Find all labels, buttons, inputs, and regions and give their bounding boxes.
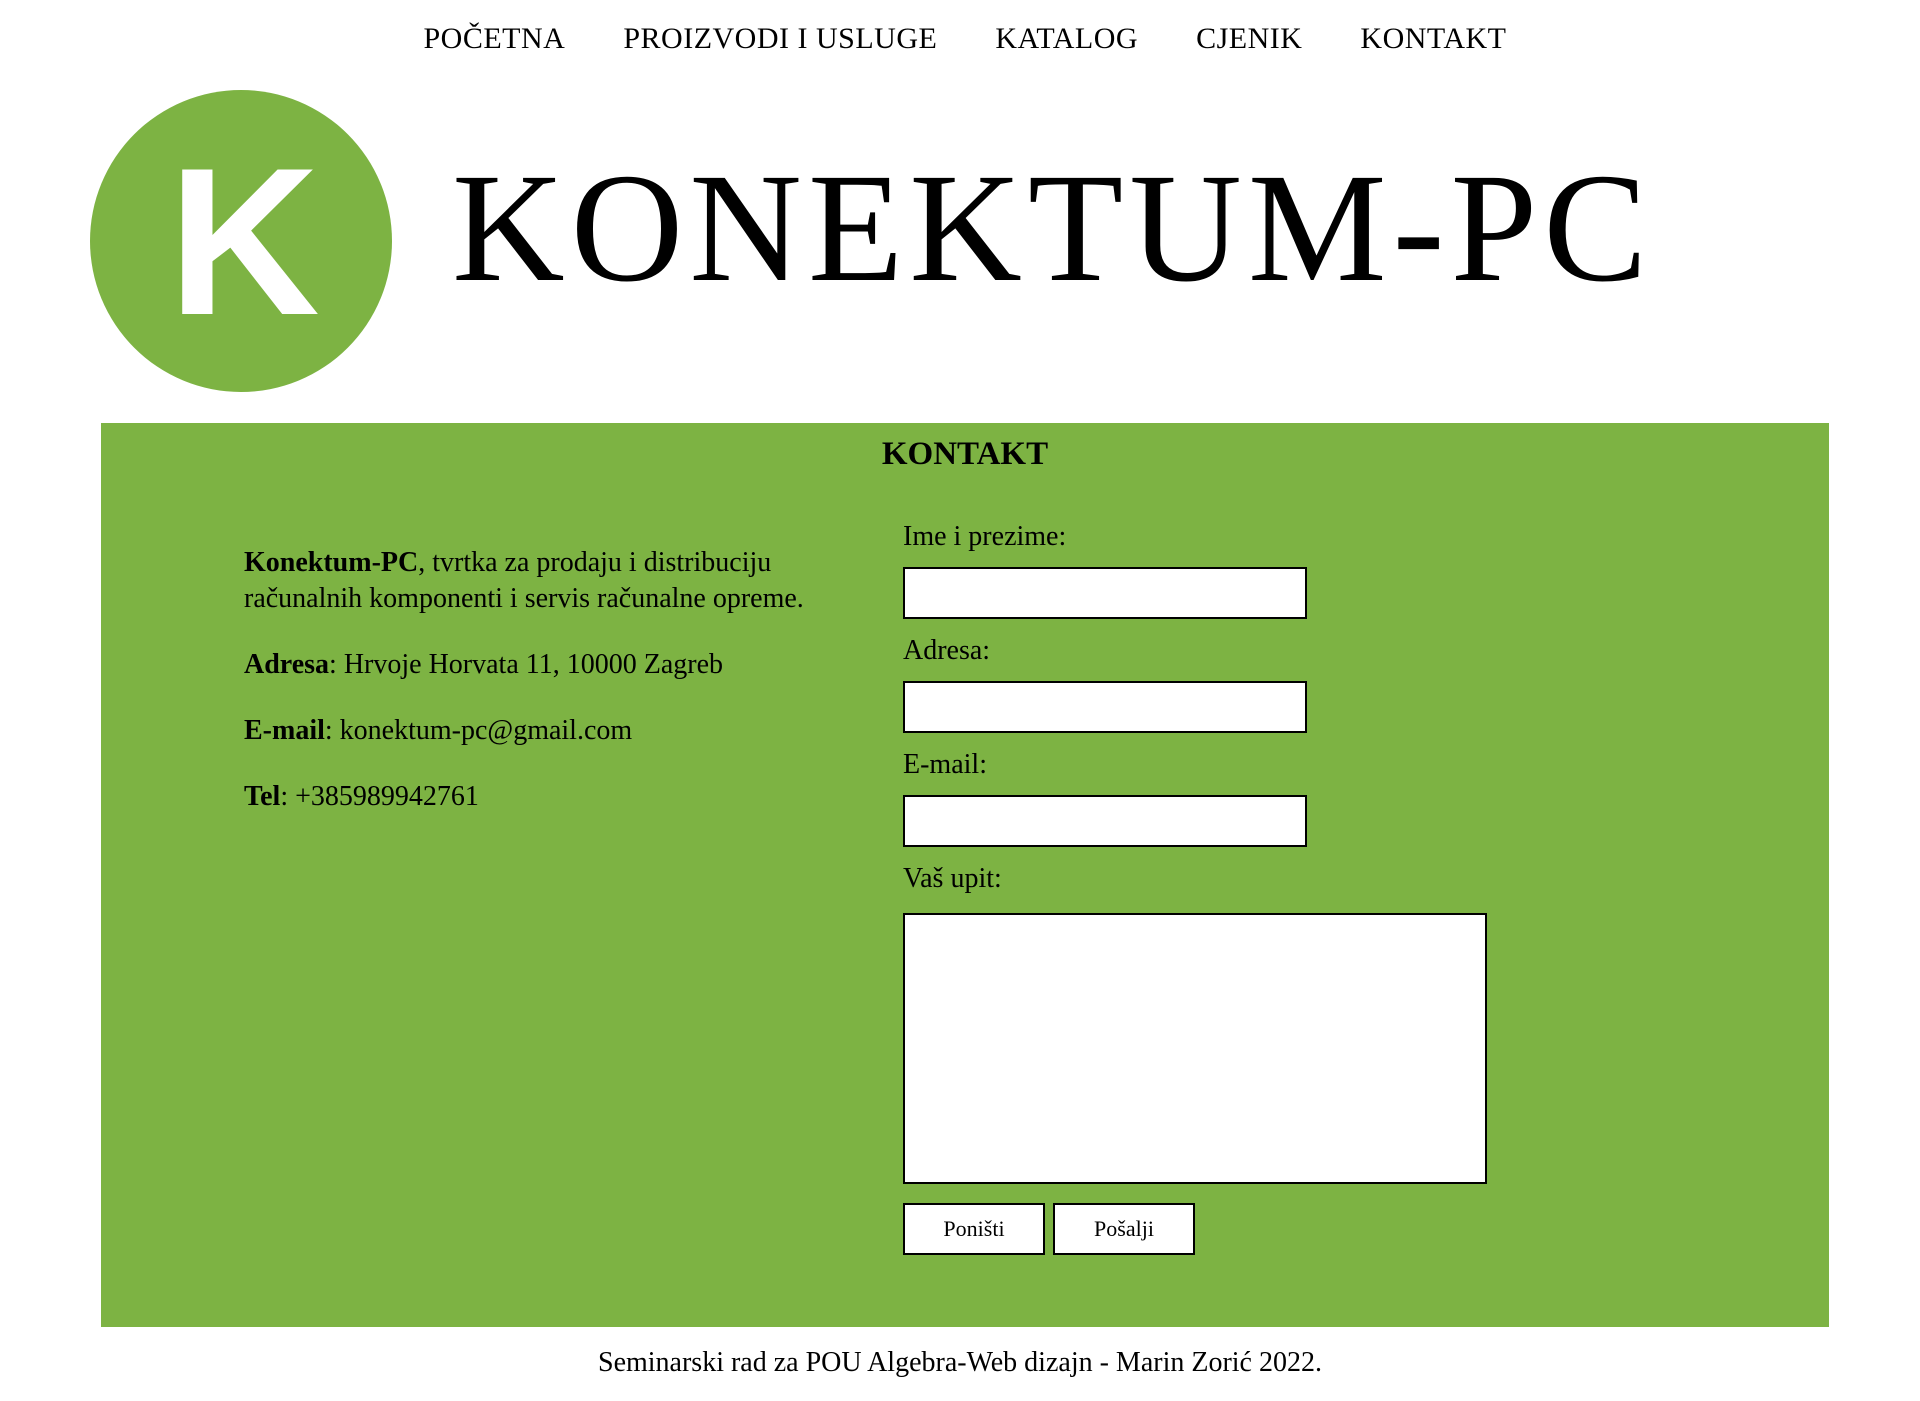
- company-name: Konektum-PC: [244, 547, 419, 578]
- email-line: E-mail: konektum-pc@gmail.com: [244, 713, 844, 749]
- form-buttons: Poništi Pošalji: [903, 1203, 1487, 1255]
- nav-item-kontakt[interactable]: KONTAKT: [1360, 22, 1506, 56]
- nav-item-proizvodi-i-usluge[interactable]: PROIZVODI I USLUGE: [623, 22, 937, 56]
- tel-value: : +385989942761: [280, 781, 479, 812]
- brand-title: KONEKTUM-PC: [452, 141, 1654, 314]
- name-field[interactable]: [903, 567, 1307, 619]
- email-field[interactable]: [903, 795, 1307, 847]
- main-nav: POČETNA PROIZVODI I USLUGE KATALOG CJENI…: [0, 22, 1920, 56]
- email-label: E-mail: [244, 715, 325, 746]
- nav-item-katalog[interactable]: KATALOG: [995, 22, 1138, 56]
- name-field-label: Ime i prezime:: [903, 521, 1067, 552]
- address-line: Adresa: Hrvoje Horvata 11, 10000 Zagreb: [244, 647, 844, 683]
- tel-label: Tel: [244, 781, 281, 812]
- address-label: Adresa: [244, 649, 330, 680]
- submit-button[interactable]: Pošalji: [1053, 1203, 1195, 1255]
- address-field[interactable]: [903, 681, 1307, 733]
- logo: K: [90, 90, 392, 392]
- nav-item-cjenik[interactable]: CJENIK: [1196, 22, 1302, 56]
- address-value: : Hrvoje Horvata 11, 10000 Zagreb: [329, 649, 724, 680]
- contact-panel: KONTAKT Konektum-PC, tvrtka za prodaju i…: [101, 423, 1829, 1327]
- message-field[interactable]: [903, 913, 1487, 1184]
- logo-letter: K: [168, 124, 320, 359]
- tel-line: Tel: +385989942761: [244, 779, 844, 815]
- contact-heading: KONTAKT: [881, 436, 1049, 472]
- address-field-label: Adresa:: [903, 635, 991, 666]
- email-field-label: E-mail:: [903, 749, 987, 780]
- page: POČETNA PROIZVODI I USLUGE KATALOG CJENI…: [0, 0, 1920, 1401]
- email-value: : konektum-pc@gmail.com: [324, 715, 633, 746]
- message-field-label: Vaš upit:: [903, 863, 1002, 894]
- company-description: Konektum-PC, tvrtka za prodaju i distrib…: [244, 545, 844, 617]
- nav-item-pocetna[interactable]: POČETNA: [424, 22, 566, 56]
- contact-info: Konektum-PC, tvrtka za prodaju i distrib…: [244, 545, 844, 845]
- contact-form: Ime i prezime: Adresa: E-mail: Vaš upit:…: [903, 521, 1487, 1255]
- footer: Seminarski rad za POU Algebra-Web dizajn…: [598, 1347, 1322, 1378]
- reset-button[interactable]: Poništi: [903, 1203, 1045, 1255]
